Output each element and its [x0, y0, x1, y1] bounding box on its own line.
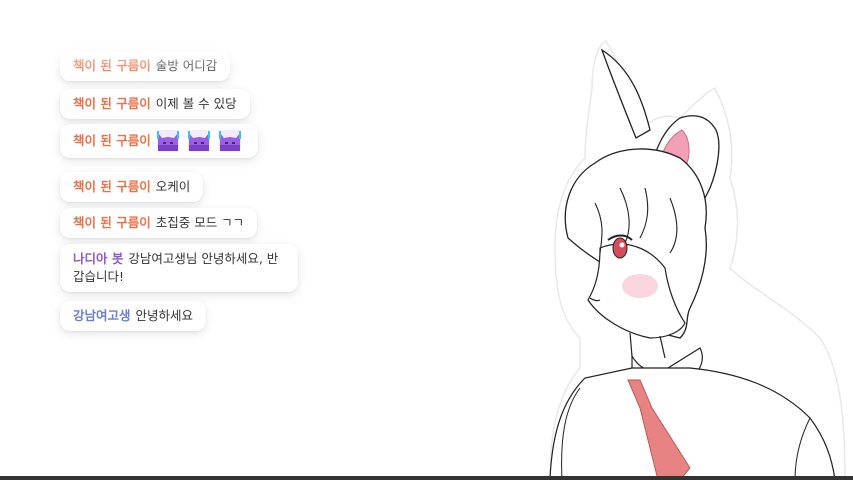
- chat-message: 나디아 봇 강남여고생님 안녕하세요, 반갑습니다!: [60, 244, 298, 292]
- chat-message: 책이 된 구름이 초집중 모드 ㄱㄱ: [60, 208, 258, 238]
- chat-text: 오케이: [155, 179, 191, 194]
- chat-message: 책이 된 구름이 술방 어디감: [60, 51, 231, 81]
- chat-username: 책이 된 구름이: [73, 58, 151, 73]
- stream-overlay: 책이 된 구름이 술방 어디감 책이 된 구름이 이제 볼 수 있당 책이 된 구름…: [0, 0, 853, 480]
- bottom-border: [0, 476, 853, 480]
- chat-username: 책이 된 구름이: [73, 215, 151, 230]
- bunny-girl-avatar-icon: [549, 40, 846, 480]
- chat-username: 책이 된 구름이: [73, 133, 151, 148]
- chat-username: 책이 된 구름이: [73, 179, 151, 194]
- cat-emote-icon: [187, 130, 210, 152]
- chat-message: 책이 된 구름이 이제 볼 수 있당: [60, 89, 250, 119]
- chat-username: 책이 된 구름이: [73, 96, 151, 111]
- chat-message: 책이 된 구름이: [60, 124, 258, 158]
- cat-emote-icon: [156, 130, 179, 152]
- emote-group: [156, 129, 245, 153]
- chat-username: 나디아 봇: [73, 251, 124, 266]
- chat-text: 술방 어디감: [155, 58, 218, 73]
- cat-emote-icon: [218, 130, 241, 152]
- chat-message: 책이 된 구름이 오케이: [60, 172, 204, 202]
- chat-text: 안녕하세요: [135, 308, 194, 323]
- chat-text: 초집중 모드 ㄱㄱ: [155, 215, 245, 230]
- chat-text: 이제 볼 수 있당: [155, 96, 237, 111]
- chat-message: 강남여고생 안녕하세요: [60, 301, 207, 331]
- chat-username: 강남여고생: [73, 308, 131, 323]
